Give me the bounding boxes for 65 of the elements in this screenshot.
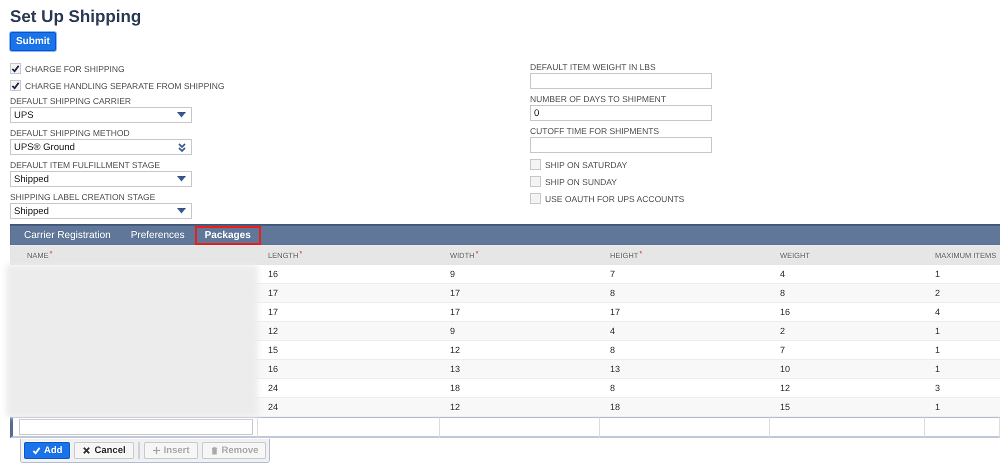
field-label: DEFAULT ITEM FULFILLMENT STAGE [10,159,162,171]
caret-icon [177,176,186,182]
caret-icon [177,112,186,118]
input-field[interactable] [530,137,712,153]
caret-icon [177,208,186,214]
checkbox[interactable] [10,80,21,91]
grid-button[interactable]: Add [24,442,70,459]
field-label: DEFAULT SHIPPING METHOD [10,127,131,139]
table-cell: 15 [770,398,925,417]
select-field[interactable]: Shipped [10,171,192,187]
checkbox-label: CHARGE HANDLING SEPARATE FROM SHIPPING [25,80,224,90]
trash-icon [210,446,218,455]
table-cell: 2 [925,284,1000,303]
select-field[interactable]: Shipped [10,203,192,219]
checkbox[interactable] [530,159,541,170]
select-field[interactable]: UPS® Ground [10,139,192,155]
table-cell: 17 [258,284,440,303]
table-cell: 18 [600,398,770,417]
edit-row-cell[interactable] [258,417,440,438]
checkbox-label: USE OAUTH FOR UPS ACCOUNTS [545,194,684,204]
field-label: SHIPPING LABEL CREATION STAGE [10,191,156,203]
table-cell: 1 [925,360,1000,379]
input-field[interactable] [530,73,712,89]
checkbox[interactable] [10,63,21,74]
checkbox-label: SHIP ON SATURDAY [545,160,628,170]
select-field[interactable]: UPS [10,107,192,123]
tab[interactable]: Packages [194,226,261,245]
table-cell: 8 [600,284,770,303]
table-cell: 16 [258,360,440,379]
field-label: DEFAULT SHIPPING CARRIER [10,95,132,107]
page-title: Set Up Shipping [10,7,142,27]
table-cell: 12 [440,398,600,417]
plus-icon [152,446,161,455]
name-input-field[interactable] [19,419,253,435]
field-label: NUMBER OF DAYS TO SHIPMENT [530,93,668,105]
edit-row-cell[interactable] [925,417,1000,438]
checkbox[interactable] [530,176,541,187]
table-cell: 13 [600,360,770,379]
table-cell: 10 [770,360,925,379]
edit-row-cell[interactable] [440,417,600,438]
edit-row-cell[interactable] [770,417,925,438]
edit-row-cell[interactable] [600,417,770,438]
x-icon [82,446,92,455]
double-chevron-icon [178,142,186,152]
table-cell: 1 [925,398,1000,417]
table-cell: 9 [440,322,600,341]
grid-button[interactable]: Cancel [74,442,134,459]
tab[interactable]: Carrier Registration [14,226,121,245]
submit-button[interactable]: Submit [10,32,56,51]
table-cell: 2 [770,322,925,341]
tab[interactable]: Preferences [120,226,195,245]
table-cell: 24 [258,398,440,417]
checkbox-label: SHIP ON SUNDAY [545,176,617,186]
checkbox-label: CHARGE FOR SHIPPING [25,64,125,74]
checkbox[interactable] [530,193,541,204]
table-cell: 17 [440,284,600,303]
table-cell: 4 [600,322,770,341]
table-cell: 13 [440,360,600,379]
table-cell: 1 [925,322,1000,341]
field-label: DEFAULT ITEM WEIGHT IN LBS [530,61,657,73]
table-cell: 8 [770,284,925,303]
field-label: CUTOFF TIME FOR SHIPMENTS [530,125,660,137]
input-field[interactable]: 0 [530,105,712,121]
table-cell: 12 [258,322,440,341]
check-icon [32,446,41,455]
